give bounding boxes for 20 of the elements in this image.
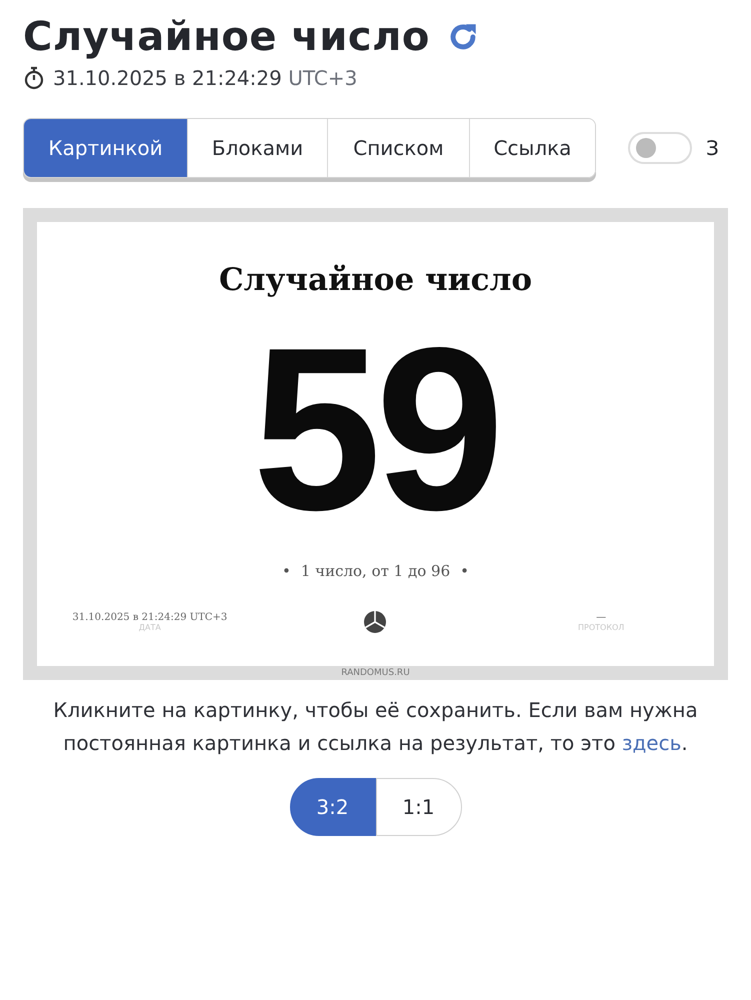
ratio-button[interactable]: 3:2 (290, 778, 376, 836)
site-name: RANDOMUS.RU (341, 667, 410, 680)
stopwatch-icon (23, 66, 45, 90)
card-date: 31.10.2025 в 21:24:29 UTC+3 (72, 612, 228, 623)
caption-text: Кликните на картинку, чтобы её сохранить. Если вам нужна постоянная картинка и ссылка на результат, то это здесь. (52, 697, 699, 757)
ratio-button[interactable]: 1:1 (376, 778, 462, 836)
view-tab[interactable]: Ссылка (469, 119, 595, 177)
bullet: • (282, 562, 291, 580)
range-text: 1 число, от 1 до 96 (300, 562, 450, 580)
here-link[interactable]: здесь (622, 731, 682, 755)
card-title: Случайное число (218, 262, 532, 298)
protocol-value: — (596, 612, 606, 623)
view-tab[interactable]: Картинкой (24, 119, 187, 177)
timestamp: 31.10.2025 в 21:24:29 UTC+3 (53, 66, 358, 90)
bullet: • (460, 562, 469, 580)
page-title: Случайное число (23, 14, 430, 60)
logo-icon (363, 610, 388, 634)
toggle-switch[interactable] (628, 132, 692, 164)
toggle-label: З (706, 136, 719, 160)
random-number: 59 (252, 320, 499, 540)
